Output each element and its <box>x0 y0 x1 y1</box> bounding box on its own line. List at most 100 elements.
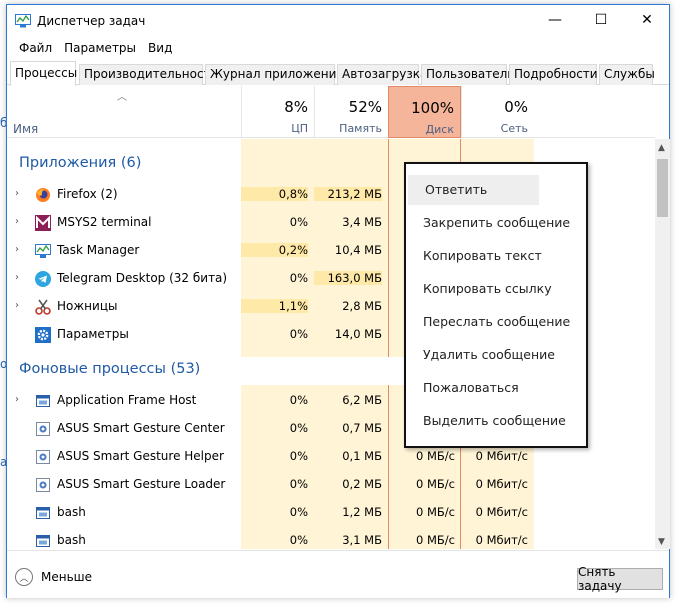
cpu-value: 0% <box>289 271 308 285</box>
memory-value: 6,2 МБ <box>342 393 382 407</box>
group-title: Приложения (6) <box>19 155 142 171</box>
expand-chevron-icon[interactable]: › <box>15 394 19 405</box>
cpu-value: 0% <box>289 393 308 407</box>
fewer-details-link[interactable]: Меньше <box>41 570 92 584</box>
table-row[interactable]: ASUS Smart Gesture Loader 0% 0,2 МБ 0 МБ… <box>7 471 655 499</box>
tab-users[interactable]: Пользователи <box>421 64 515 85</box>
task-manager-icon <box>35 244 51 258</box>
cpu-total: 8% <box>284 98 308 116</box>
process-name: ASUS Smart Gesture Loader <box>57 477 226 491</box>
tab-services[interactable]: Службы <box>599 64 655 85</box>
collapse-chevron-icon[interactable]: ︿ <box>15 568 33 586</box>
tab-performance[interactable]: Производительность <box>79 64 218 85</box>
window-icon <box>36 507 50 519</box>
ctx-copy-text[interactable]: Копировать текст <box>406 241 586 271</box>
process-name: ASUS Smart Gesture Helper <box>57 449 224 463</box>
gesture-icon <box>36 478 50 492</box>
network-value: 0 Мбит/с <box>475 533 528 547</box>
cpu-value: 0% <box>289 449 308 463</box>
scroll-down-icon[interactable]: ▼ <box>658 537 665 547</box>
process-name: Параметры <box>57 327 129 341</box>
gesture-icon <box>36 422 50 436</box>
tab-bar: Процессы Производительность Журнал прило… <box>7 61 669 86</box>
scroll-thumb[interactable] <box>657 159 668 217</box>
sort-arrow-icon[interactable]: ︿ <box>117 88 127 103</box>
table-row[interactable]: bash 0% 1,2 МБ 0 МБ/с 0 Мбит/с <box>7 499 655 527</box>
ctx-select-message[interactable]: Выделить сообщение <box>406 406 586 436</box>
tab-app-history[interactable]: Журнал приложений <box>205 64 344 85</box>
telegram-icon <box>35 271 51 287</box>
tab-processes[interactable]: Процессы <box>10 61 77 86</box>
firefox-icon <box>36 188 50 202</box>
cpu-value: 0% <box>289 505 308 519</box>
memory-value: 0,7 МБ <box>342 421 382 435</box>
menu-bar: Файл Параметры Вид <box>7 37 669 59</box>
cpu-value: 0% <box>289 327 308 341</box>
ctx-report[interactable]: Пожаловаться <box>406 373 586 403</box>
title-bar[interactable]: Диспетчер задач — ☐ ✕ <box>7 5 669 37</box>
process-name: bash <box>57 533 86 547</box>
expand-chevron-icon[interactable]: › <box>15 188 19 199</box>
disk-value: 0 МБ/с <box>416 477 455 491</box>
memory-value: 163,0 МБ <box>314 271 382 285</box>
memory-value: 3,1 МБ <box>342 533 382 547</box>
scroll-up-icon[interactable]: ▲ <box>658 143 665 153</box>
network-value: 0 Мбит/с <box>475 477 528 491</box>
disk-value: 0 МБ/с <box>416 505 455 519</box>
maximize-button[interactable]: ☐ <box>578 5 624 35</box>
process-name: Application Frame Host <box>57 393 197 407</box>
network-value: 0 Мбит/с <box>475 505 528 519</box>
cpu-value: 0,2% <box>241 243 308 257</box>
column-network[interactable]: 0% Сеть <box>461 86 534 138</box>
expand-chevron-icon[interactable]: › <box>15 300 19 311</box>
ctx-forward-message[interactable]: Переслать сообщение <box>406 307 586 337</box>
ctx-delete-message[interactable]: Удалить сообщение <box>406 340 586 370</box>
process-name: Ножницы <box>57 299 118 313</box>
group-title: Фоновые процессы (53) <box>19 361 201 377</box>
memory-label: Память <box>339 122 382 135</box>
tab-details[interactable]: Подробности <box>509 64 598 85</box>
cpu-label: ЦП <box>291 122 308 135</box>
process-name: ASUS Smart Gesture Center <box>57 421 225 435</box>
menu-file[interactable]: Файл <box>13 41 58 55</box>
column-cpu[interactable]: 8% ЦП <box>241 86 314 138</box>
end-task-button[interactable]: Снять задачу <box>577 565 663 593</box>
disk-value: 0 МБ/с <box>416 533 455 547</box>
ctx-reply[interactable]: Ответить <box>408 175 539 205</box>
column-name[interactable]: Имя <box>13 122 38 136</box>
menu-view[interactable]: Вид <box>142 41 178 55</box>
expand-chevron-icon[interactable]: › <box>15 216 19 227</box>
network-label: Сеть <box>500 122 528 135</box>
memory-value: 3,4 МБ <box>342 215 382 229</box>
scissors-icon <box>35 299 51 315</box>
window-title: Диспетчер задач <box>37 14 146 28</box>
memory-value: 10,4 МБ <box>334 243 382 257</box>
cpu-value: 0% <box>289 421 308 435</box>
task-manager-app-icon <box>15 14 31 28</box>
column-disk[interactable]: 100% Диск <box>388 86 461 138</box>
column-memory[interactable]: 52% Память <box>314 86 388 138</box>
process-name: Telegram Desktop (32 бита) <box>57 271 228 285</box>
column-header: ︿ Имя 8% ЦП 52% Память 100% Диск 0% Сеть <box>7 86 655 138</box>
close-button[interactable]: ✕ <box>624 5 670 35</box>
expand-chevron-icon[interactable]: › <box>15 272 19 283</box>
expand-chevron-icon[interactable]: › <box>15 244 19 255</box>
minimize-button[interactable]: — <box>532 5 578 35</box>
cpu-value: 0% <box>289 215 308 229</box>
tab-startup[interactable]: Автозагрузка <box>337 64 427 85</box>
vertical-scrollbar[interactable]: ▲ ▼ <box>655 139 670 549</box>
process-name: MSYS2 terminal <box>57 215 152 229</box>
network-total: 0% <box>504 98 528 116</box>
ctx-copy-link[interactable]: Копировать ссылку <box>406 274 586 304</box>
ctx-pin-message[interactable]: Закрепить сообщение <box>406 208 586 238</box>
gesture-icon <box>36 450 50 464</box>
disk-value: 0 МБ/с <box>416 449 455 463</box>
memory-value: 213,2 МБ <box>314 187 382 201</box>
window-icon <box>36 535 50 547</box>
gear-icon <box>35 327 51 343</box>
footer-bar: ︿ Меньше Снять задачу <box>7 550 669 598</box>
cpu-value: 1,1% <box>241 299 308 313</box>
table-row[interactable]: bash 0% 3,1 МБ 0 МБ/с 0 Мбит/с <box>7 527 655 549</box>
menu-options[interactable]: Параметры <box>58 41 142 55</box>
memory-value: 2,8 МБ <box>342 299 382 313</box>
